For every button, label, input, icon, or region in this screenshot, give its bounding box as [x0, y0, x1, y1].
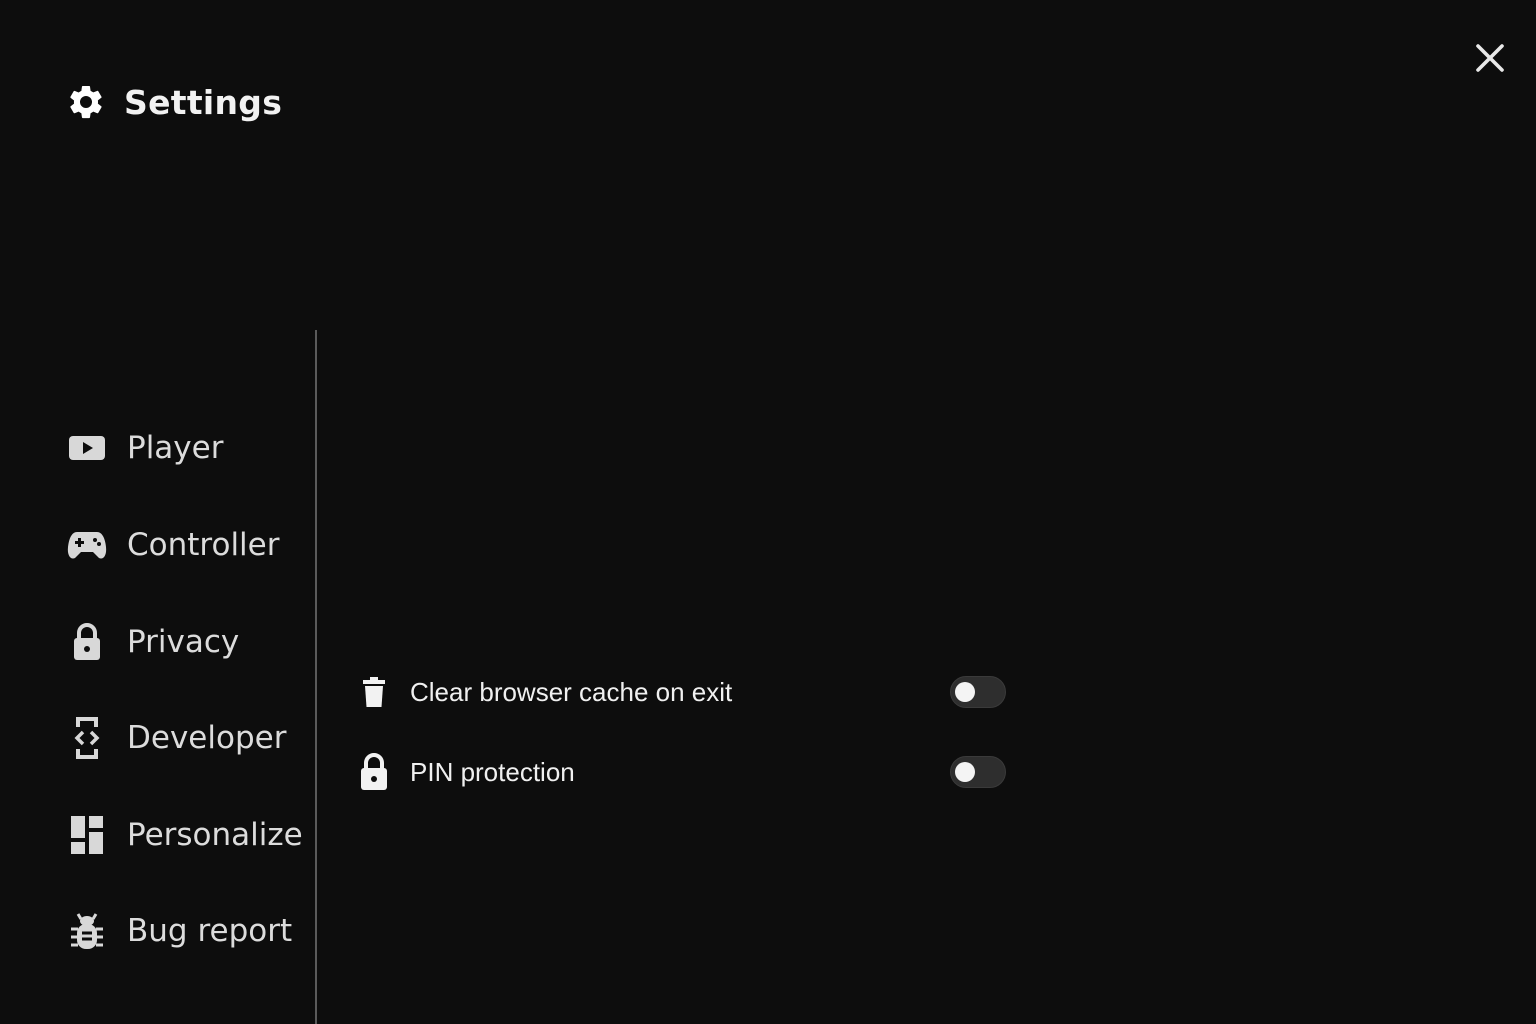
settings-window: Settings Player Controller Privacy Devel… — [0, 0, 1536, 1024]
sidebar-item-label: Personalize — [127, 817, 303, 853]
toggle-knob — [955, 682, 975, 702]
dashboard-icon — [64, 812, 110, 858]
close-button[interactable] — [1466, 34, 1514, 82]
settings-header: Settings — [66, 78, 282, 126]
sidebar-item-label: Player — [127, 430, 224, 466]
setting-row-pin-protection: PIN protection — [356, 747, 1006, 797]
lock-icon — [64, 619, 110, 665]
clear-cache-toggle[interactable] — [950, 676, 1006, 708]
sidebar-item-label: Privacy — [127, 624, 240, 660]
play-icon — [64, 425, 110, 471]
page-title: Settings — [124, 82, 283, 122]
pin-protection-toggle[interactable] — [950, 756, 1006, 788]
sidebar-item-privacy[interactable]: Privacy — [64, 610, 304, 674]
setting-label: PIN protection — [410, 756, 575, 787]
lock-icon — [356, 750, 392, 794]
gamepad-icon — [64, 522, 110, 568]
close-icon — [1476, 44, 1504, 72]
trash-icon — [356, 670, 392, 714]
setting-row-clear-cache: Clear browser cache on exit — [356, 667, 1006, 717]
sidebar-item-player[interactable]: Player — [64, 416, 304, 480]
sidebar-item-personalize[interactable]: Personalize — [64, 803, 304, 867]
sidebar-item-bug-report[interactable]: Bug report — [64, 899, 304, 963]
sidebar-item-label: Controller — [127, 527, 280, 563]
sidebar-divider — [315, 330, 317, 1024]
sidebar-item-controller[interactable]: Controller — [64, 513, 304, 577]
bug-icon — [64, 908, 110, 954]
sidebar-item-label: Bug report — [127, 913, 293, 949]
gear-icon — [66, 78, 106, 126]
toggle-knob — [955, 762, 975, 782]
developer-icon — [64, 715, 110, 761]
sidebar-item-label: Developer — [127, 720, 287, 756]
sidebar-item-developer[interactable]: Developer — [64, 706, 304, 770]
setting-label: Clear browser cache on exit — [410, 676, 733, 707]
